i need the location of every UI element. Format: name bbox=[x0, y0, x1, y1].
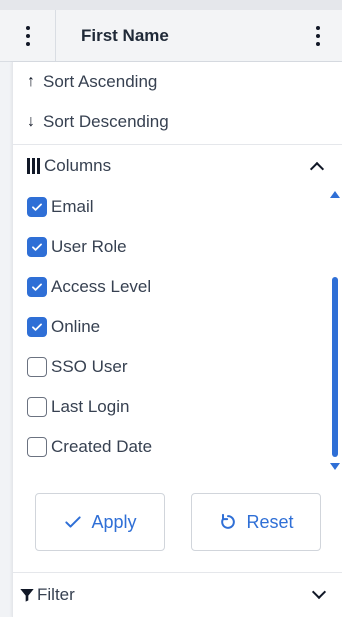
scroll-down-arrow-icon[interactable] bbox=[330, 463, 340, 470]
column-header-label: First Name bbox=[81, 25, 169, 45]
checkmark-icon bbox=[32, 243, 42, 251]
checkmark-icon bbox=[32, 203, 42, 211]
checkbox[interactable] bbox=[27, 237, 47, 257]
columns-section-header[interactable]: Columns bbox=[13, 145, 342, 187]
reset-button[interactable]: Reset bbox=[191, 493, 321, 551]
kebab-dot bbox=[316, 41, 320, 46]
column-toggle-item[interactable]: SSO User bbox=[13, 347, 342, 387]
chevron-up-icon[interactable] bbox=[309, 161, 325, 176]
funnel-icon bbox=[20, 588, 34, 602]
checkmark-icon bbox=[32, 283, 42, 291]
reset-button-label: Reset bbox=[246, 511, 294, 532]
column-toggle-item[interactable]: Email bbox=[13, 187, 342, 227]
menu-item-label: Sort Ascending bbox=[43, 72, 158, 91]
apply-button-label: Apply bbox=[91, 511, 137, 532]
check-icon bbox=[65, 516, 82, 528]
arrow-down-icon: ↓ bbox=[27, 113, 35, 130]
columns-icon bbox=[27, 158, 40, 174]
row-menu-cell bbox=[0, 10, 56, 61]
arrow-up-icon: ↑ bbox=[27, 73, 35, 90]
columns-section-label: Columns bbox=[44, 156, 112, 175]
menu-item-sort-descending[interactable]: ↓ Sort Descending bbox=[13, 102, 342, 142]
column-toggle-item[interactable]: User Role bbox=[13, 227, 342, 267]
grid-header: First Name bbox=[0, 10, 342, 62]
menu-item-label: Sort Descending bbox=[43, 112, 169, 131]
column-toggle-item[interactable]: Online bbox=[13, 307, 342, 347]
checkbox[interactable] bbox=[27, 357, 47, 377]
column-toggle-label: SSO User bbox=[51, 357, 128, 376]
kebab-dot bbox=[316, 25, 320, 30]
column-toggle-label: Last Login bbox=[51, 397, 130, 416]
checkbox[interactable] bbox=[27, 437, 47, 457]
checkbox[interactable] bbox=[27, 277, 47, 297]
column-toggle-label: Access Level bbox=[51, 277, 152, 296]
columns-section-title: Columns bbox=[27, 156, 111, 176]
scroll-up-arrow-icon[interactable] bbox=[330, 191, 340, 198]
kebab-dot bbox=[25, 33, 30, 38]
column-toggle-item[interactable]: Created Date bbox=[13, 427, 342, 467]
column-toggle-item[interactable]: Access Level bbox=[13, 267, 342, 307]
column-menu-panel: ↑ Sort Ascending ↓ Sort Descending Colum… bbox=[12, 62, 342, 617]
checkbox[interactable] bbox=[27, 397, 47, 417]
column-toggle-label: Online bbox=[51, 317, 101, 336]
row-menu-kebab-icon[interactable] bbox=[18, 24, 38, 48]
checkbox[interactable] bbox=[27, 317, 47, 337]
menu-item-sort-ascending[interactable]: ↑ Sort Ascending bbox=[13, 62, 342, 102]
kebab-dot bbox=[25, 25, 30, 30]
kebab-dot bbox=[316, 33, 320, 38]
column-menu-kebab-icon[interactable] bbox=[308, 24, 328, 48]
filter-section-header[interactable]: Filter bbox=[13, 572, 342, 616]
apply-button[interactable]: Apply bbox=[35, 493, 165, 551]
filter-section-label: Filter bbox=[37, 584, 75, 604]
action-buttons: Apply Reset bbox=[13, 472, 342, 572]
chevron-down-icon[interactable] bbox=[311, 584, 327, 600]
column-toggle-label: Created Date bbox=[51, 437, 153, 456]
columns-scrollbar[interactable] bbox=[330, 187, 340, 472]
column-toggle-label: Email bbox=[51, 197, 94, 216]
checkbox[interactable] bbox=[27, 197, 47, 217]
top-strip bbox=[0, 0, 342, 10]
filter-section-title: Filter bbox=[19, 585, 75, 605]
column-toggle-item[interactable]: Last Login bbox=[13, 387, 342, 427]
column-header-first-name[interactable]: First Name bbox=[56, 10, 342, 61]
kebab-dot bbox=[25, 41, 30, 46]
column-toggle-label: User Role bbox=[51, 237, 127, 256]
columns-list: Email User Role Access Level Online SSO User… bbox=[13, 187, 342, 472]
refresh-icon bbox=[221, 513, 236, 529]
checkmark-icon bbox=[32, 323, 42, 331]
scrollbar-thumb[interactable] bbox=[332, 277, 338, 457]
